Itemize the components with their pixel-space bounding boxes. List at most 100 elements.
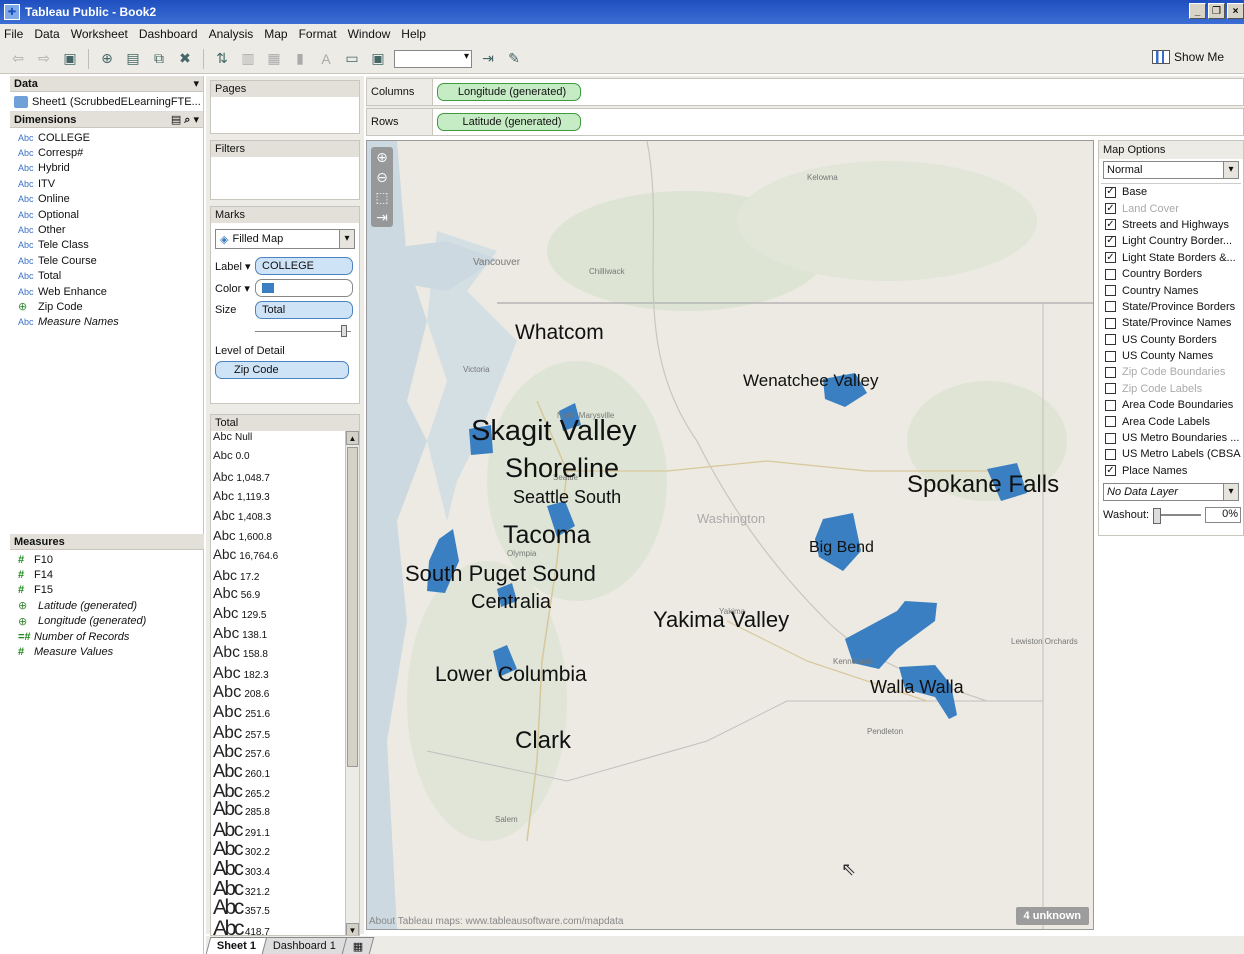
dimension-field[interactable]: ⊕ Zip Code: [10, 299, 203, 314]
measure-field[interactable]: =# Number of Records: [10, 629, 204, 644]
columns-shelf[interactable]: Columns Longitude (generated): [366, 78, 1244, 106]
total-legend-item[interactable]: Abc 418.7: [211, 916, 359, 935]
annotate-icon[interactable]: ✎: [504, 49, 524, 69]
size-slider-thumb[interactable]: [341, 325, 347, 337]
menu-help[interactable]: Help: [401, 27, 426, 41]
fix-axes-icon[interactable]: ⇥: [478, 49, 498, 69]
total-legend-item[interactable]: Abc 138.1: [211, 625, 359, 644]
menu-map[interactable]: Map: [264, 27, 287, 41]
menu-file[interactable]: File: [4, 27, 23, 41]
total-legend-item[interactable]: Abc 56.9: [211, 586, 359, 605]
minimize-button[interactable]: _: [1189, 3, 1206, 19]
total-legend-item[interactable]: Abc 260.1: [211, 761, 359, 781]
measure-field[interactable]: # F14: [10, 567, 204, 582]
dimension-field[interactable]: Abc Other: [10, 222, 203, 237]
label-pill[interactable]: COLLEGE: [255, 257, 353, 275]
menu-window[interactable]: Window: [348, 27, 391, 41]
map-layer-option[interactable]: State/Province Names: [1101, 315, 1241, 331]
total-legend-item[interactable]: Abc 303.4: [211, 858, 359, 880]
map-layer-option[interactable]: ✓ Place Names: [1101, 463, 1241, 479]
checkbox-unchecked-icon[interactable]: [1105, 317, 1116, 329]
map-layer-option[interactable]: US County Borders: [1101, 332, 1241, 348]
total-legend-item[interactable]: Abc 16,764.6: [211, 547, 359, 566]
total-legend-item[interactable]: Abc 17.2: [211, 567, 359, 586]
map-layer-option[interactable]: ✓ Light State Borders &...: [1101, 250, 1241, 266]
map-layer-option[interactable]: Zip Code Labels: [1101, 381, 1241, 397]
scroll-thumb[interactable]: [347, 447, 358, 767]
checkbox-checked-icon[interactable]: ✓: [1105, 235, 1116, 247]
longitude-pill[interactable]: Longitude (generated): [437, 83, 581, 101]
total-legend-item[interactable]: Abc 302.2: [211, 838, 359, 860]
checkbox-unchecked-icon[interactable]: [1105, 334, 1116, 346]
forward-arrow-icon[interactable]: ⇨: [34, 49, 54, 69]
total-legend-item[interactable]: Abc 291.1: [211, 819, 359, 841]
checkbox-unchecked-icon[interactable]: [1105, 268, 1116, 280]
unknown-indicator[interactable]: 4 unknown: [1015, 907, 1089, 925]
legend-scrollbar[interactable]: ▲ ▼: [345, 431, 359, 935]
pages-shelf[interactable]: Pages: [210, 80, 360, 134]
map-layer-option[interactable]: US County Names: [1101, 348, 1241, 364]
map-layer-option[interactable]: Zip Code Boundaries: [1101, 364, 1241, 380]
total-legend-item[interactable]: Abc 1,119.3: [211, 489, 359, 508]
checkbox-unchecked-icon[interactable]: [1105, 399, 1116, 411]
measure-field[interactable]: # F10: [10, 552, 204, 567]
dimension-field[interactable]: Abc Measure Names: [10, 315, 203, 330]
new-sheet-tab-icon[interactable]: ▦: [341, 937, 375, 954]
labels-icon[interactable]: A: [316, 49, 336, 69]
checkbox-checked-icon[interactable]: ✓: [1105, 203, 1116, 215]
save-icon[interactable]: ▣: [60, 49, 80, 69]
checkbox-unchecked-icon[interactable]: [1105, 366, 1116, 378]
total-legend-item[interactable]: Abc 129.5: [211, 606, 359, 625]
dimension-field[interactable]: Abc Tele Class: [10, 238, 203, 253]
total-legend-item[interactable]: Abc 158.8: [211, 644, 359, 663]
size-pill[interactable]: Total: [255, 301, 353, 319]
checkbox-unchecked-icon[interactable]: [1105, 448, 1116, 460]
total-legend-item[interactable]: Abc 257.5: [211, 722, 359, 742]
dimensions-view-icon[interactable]: ▤ ⌕ ▾: [171, 113, 199, 127]
pin-map-icon[interactable]: ⇥: [371, 207, 393, 227]
tab-sheet-1[interactable]: Sheet 1: [205, 937, 268, 954]
checkbox-unchecked-icon[interactable]: [1105, 416, 1116, 428]
connect-data-icon[interactable]: ⊕: [97, 49, 117, 69]
dimension-field[interactable]: Abc Hybrid: [10, 161, 203, 176]
map-layer-option[interactable]: State/Province Borders: [1101, 299, 1241, 315]
map-layer-option[interactable]: ✓ Streets and Highways: [1101, 217, 1241, 233]
checkbox-unchecked-icon[interactable]: [1105, 383, 1116, 395]
map-layer-option[interactable]: US Metro Labels (CBSA): [1101, 446, 1241, 462]
map-style-dropdown[interactable]: Normal: [1103, 161, 1239, 179]
dimension-field[interactable]: Abc ITV: [10, 176, 203, 191]
total-legend-item[interactable]: Abc Null: [211, 431, 359, 450]
size-slider[interactable]: [255, 325, 351, 337]
map-attribution[interactable]: About Tableau maps: www.tableausoftware.…: [369, 916, 623, 927]
label-shelf-label[interactable]: Label ▾: [215, 260, 251, 273]
menu-data[interactable]: Data: [34, 27, 59, 41]
map-layer-option[interactable]: US Metro Boundaries ...: [1101, 430, 1241, 446]
zip-code-pill[interactable]: Zip Code: [215, 361, 349, 379]
latitude-pill[interactable]: Latitude (generated): [437, 113, 581, 131]
washout-slider[interactable]: [1153, 508, 1202, 525]
restore-button[interactable]: ❐: [1208, 3, 1225, 19]
total-legend-item[interactable]: Abc 357.5: [211, 896, 359, 919]
total-legend-item[interactable]: Abc 182.3: [211, 664, 359, 683]
checkbox-checked-icon[interactable]: ✓: [1105, 186, 1116, 198]
dimension-field[interactable]: Abc Web Enhance: [10, 284, 203, 299]
measure-field[interactable]: # Measure Values: [10, 644, 204, 659]
total-legend-item[interactable]: Abc 1,048.7: [211, 470, 359, 489]
dimension-field[interactable]: Abc Corresp#: [10, 145, 203, 160]
scroll-up-arrow-icon[interactable]: ▲: [346, 431, 359, 445]
checkbox-checked-icon[interactable]: ✓: [1105, 252, 1116, 264]
highlight-icon[interactable]: ▮: [290, 49, 310, 69]
zoom-area-icon[interactable]: ⬚: [371, 187, 393, 207]
dimension-field[interactable]: Abc Online: [10, 192, 203, 207]
dimension-field[interactable]: Abc Tele Course: [10, 253, 203, 268]
color-swatch-button[interactable]: [255, 279, 353, 297]
data-layer-dropdown[interactable]: No Data Layer: [1103, 483, 1239, 502]
total-legend-item[interactable]: Abc 321.2: [211, 877, 359, 900]
total-legend-item[interactable]: Abc 285.8: [211, 799, 359, 820]
show-me-button[interactable]: Show Me: [1151, 50, 1224, 64]
dimension-field[interactable]: Abc Optional: [10, 207, 203, 222]
back-arrow-icon[interactable]: ⇦: [8, 49, 28, 69]
color-shelf-label[interactable]: Color ▾: [215, 282, 251, 295]
menu-dashboard[interactable]: Dashboard: [139, 27, 198, 41]
map-layer-option[interactable]: ✓ Base: [1101, 184, 1241, 200]
